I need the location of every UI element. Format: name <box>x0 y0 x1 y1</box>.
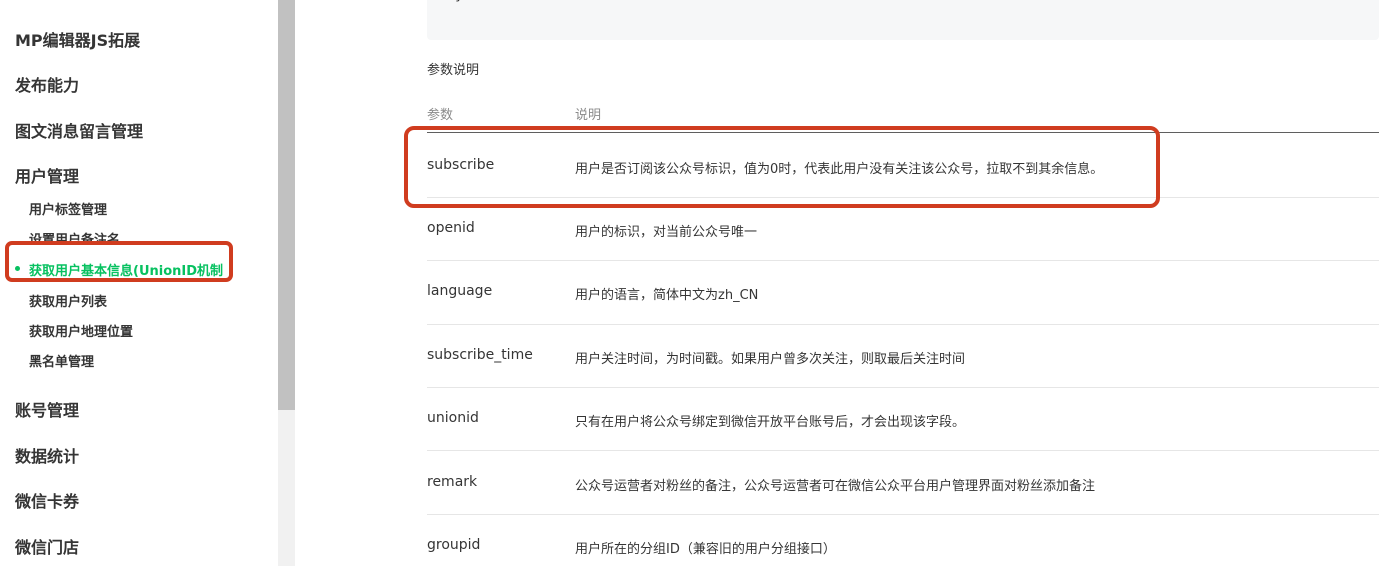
table-row-divider <box>427 324 1379 325</box>
table-row-divider <box>427 260 1379 261</box>
table-header-desc: 说明 <box>575 108 602 123</box>
table-cell-desc: 公众号运营者对粉丝的备注，公众号运营者可在微信公众平台用户管理界面对粉丝添加备注 <box>575 479 1096 494</box>
table-row-divider <box>427 387 1379 388</box>
sidebar-item-wechat-stores[interactable]: 微信门店 <box>15 534 79 558</box>
code-block <box>427 0 1379 40</box>
table-cell-param: subscribe_time <box>427 347 533 363</box>
sidebar-subitem-user-location[interactable]: 获取用户地理位置 <box>29 321 133 340</box>
table-cell-desc: 用户关注时间，为时间戳。如果用户曾多次关注，则取最后关注时间 <box>575 352 966 367</box>
sidebar-item-wechat-cards[interactable]: 微信卡券 <box>15 488 79 512</box>
sidebar-item-comment-management[interactable]: 图文消息留言管理 <box>15 118 143 142</box>
table-header-param: 参数 <box>427 108 454 123</box>
table-cell-param: unionid <box>427 410 479 426</box>
table-row-divider <box>427 450 1379 451</box>
table-cell-param: language <box>427 283 493 299</box>
sidebar-subitem-user-tags[interactable]: 用户标签管理 <box>29 199 107 218</box>
table-cell-desc: 用户的语言，简体中文为zh_CN <box>575 288 759 303</box>
table-cell-param: remark <box>427 474 478 490</box>
sidebar-item-user-management[interactable]: 用户管理 <box>15 163 79 187</box>
table-cell-desc: 只有在用户将公众号绑定到微信开放平台账号后，才会出现该字段。 <box>575 415 966 430</box>
code-closing-brace: } <box>455 0 463 3</box>
highlight-box-subscribe-row <box>404 126 1160 208</box>
section-title: 参数说明 <box>427 63 480 78</box>
highlight-box-sidebar <box>5 241 233 282</box>
sidebar-item-mp-editor-js[interactable]: MP编辑器JS拓展 <box>15 27 140 51</box>
sidebar: MP编辑器JS拓展 发布能力 图文消息留言管理 用户管理 用户标签管理 设置用户… <box>0 0 278 566</box>
table-cell-desc: 用户所在的分组ID（兼容旧的用户分组接口） <box>575 542 836 557</box>
sidebar-subitem-blacklist[interactable]: 黑名单管理 <box>29 351 94 370</box>
sidebar-item-publish[interactable]: 发布能力 <box>15 72 79 96</box>
table-cell-param: groupid <box>427 537 481 553</box>
sidebar-subitem-user-list[interactable]: 获取用户列表 <box>29 291 107 310</box>
sidebar-item-data-statistics[interactable]: 数据统计 <box>15 443 79 467</box>
table-cell-param: openid <box>427 220 475 236</box>
sidebar-scrollbar-thumb[interactable] <box>278 0 295 410</box>
table-row-divider <box>427 514 1379 515</box>
sidebar-item-account-management[interactable]: 账号管理 <box>15 397 79 421</box>
table-cell-desc: 用户的标识，对当前公众号唯一 <box>575 225 758 240</box>
